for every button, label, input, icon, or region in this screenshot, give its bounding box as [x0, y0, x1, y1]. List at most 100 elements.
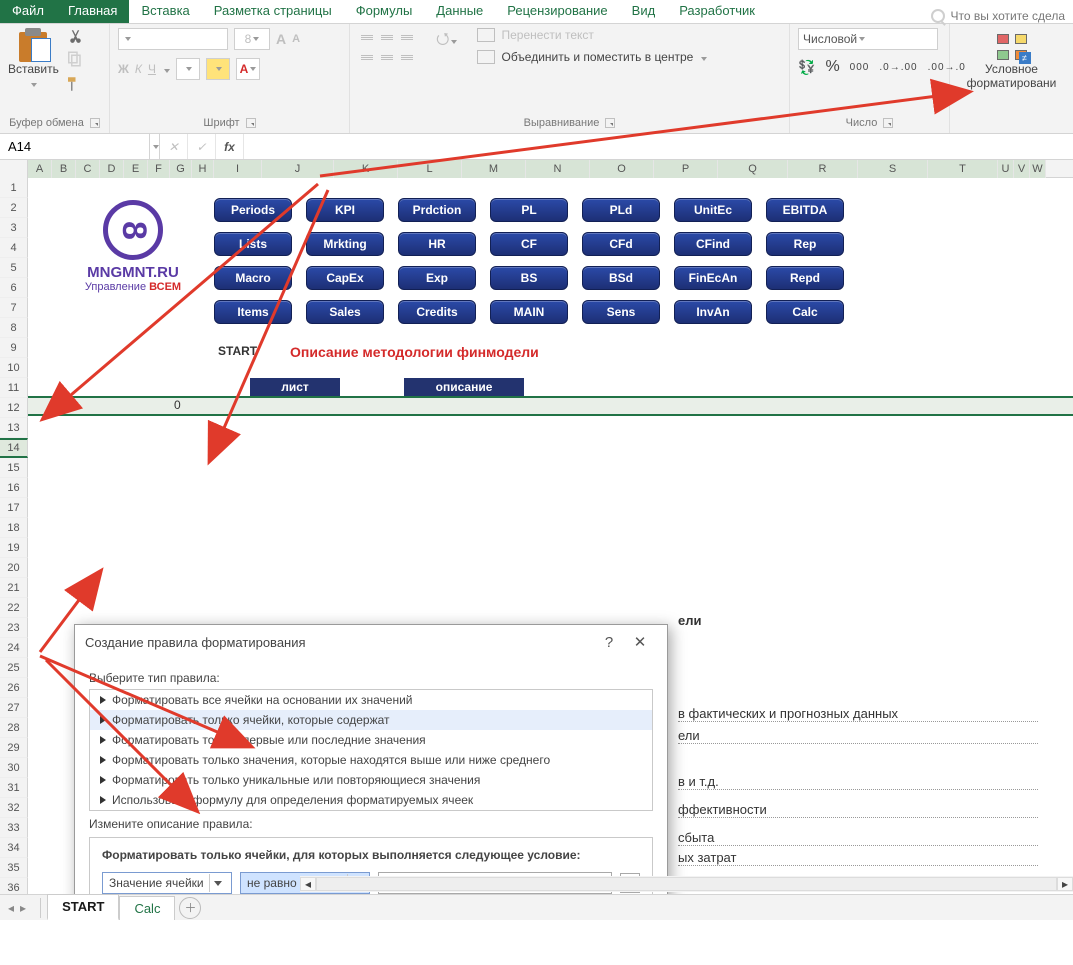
row-header[interactable]: 11	[0, 378, 28, 398]
row-header[interactable]: 28	[0, 718, 28, 738]
cut-button[interactable]	[65, 28, 83, 46]
col-header[interactable]: R	[788, 160, 858, 178]
rule-option[interactable]: Форматировать только значения, которые н…	[90, 750, 652, 770]
horizontal-scrollbar[interactable]: ◂ ▸	[300, 876, 1073, 892]
row-header[interactable]: 32	[0, 798, 28, 818]
nav-pl[interactable]: PL	[490, 198, 568, 222]
row-header[interactable]: 20	[0, 558, 28, 578]
name-box-drop[interactable]	[150, 134, 160, 159]
col-header[interactable]: N	[526, 160, 590, 178]
nav-exp[interactable]: Exp	[398, 266, 476, 290]
increase-decimal-button[interactable]: .0→.00	[879, 62, 917, 73]
row-header[interactable]: 22	[0, 598, 28, 618]
name-box-input[interactable]	[6, 138, 143, 155]
wrap-text-button[interactable]: Перенести текст	[477, 28, 707, 42]
fill-color-button[interactable]	[206, 58, 230, 80]
percent-button[interactable]: %	[825, 58, 839, 76]
nav-sens[interactable]: Sens	[582, 300, 660, 324]
nav-prdction[interactable]: Prdction	[398, 198, 476, 222]
formula-bar[interactable]	[244, 134, 1073, 159]
nav-bs[interactable]: BS	[490, 266, 568, 290]
italic-button[interactable]: К	[135, 62, 142, 76]
nav-cf[interactable]: CF	[490, 232, 568, 256]
row-header[interactable]: 27	[0, 698, 28, 718]
font-color-button[interactable]: A	[236, 58, 260, 80]
col-header[interactable]: J	[262, 160, 334, 178]
bold-button[interactable]: Ж	[118, 62, 129, 76]
font-name-combo[interactable]	[118, 28, 228, 50]
col-header[interactable]: F	[148, 160, 170, 178]
rule-option[interactable]: Форматировать только ячейки, которые сод…	[90, 710, 652, 730]
col-header[interactable]: D	[100, 160, 124, 178]
col-header[interactable]: W	[1030, 160, 1046, 178]
nav-ebitda[interactable]: EBITDA	[766, 198, 844, 222]
tab-formulas[interactable]: Формулы	[344, 0, 425, 23]
col-header[interactable]: V	[1014, 160, 1030, 178]
sheet-tab-start[interactable]: START	[47, 894, 119, 920]
tab-developer[interactable]: Разработчик	[667, 0, 767, 23]
col-header[interactable]: L	[398, 160, 462, 178]
row-header[interactable]: 25	[0, 658, 28, 678]
clipboard-dialog-launcher[interactable]	[90, 118, 100, 128]
row-header[interactable]: 30	[0, 758, 28, 778]
row-header[interactable]: 5	[0, 258, 28, 278]
sheet-tab-calc[interactable]: Calc	[119, 896, 175, 920]
nav-macro[interactable]: Macro	[214, 266, 292, 290]
tab-data[interactable]: Данные	[424, 0, 495, 23]
tab-file[interactable]: Файл	[0, 0, 56, 23]
nav-kpi[interactable]: KPI	[306, 198, 384, 222]
nav-cfind[interactable]: CFind	[674, 232, 752, 256]
row-header[interactable]: 23	[0, 618, 28, 638]
nav-items[interactable]: Items	[214, 300, 292, 324]
row-header[interactable]: 24	[0, 638, 28, 658]
nav-sales[interactable]: Sales	[306, 300, 384, 324]
row-header[interactable]: 33	[0, 818, 28, 838]
rule-type-list[interactable]: Форматировать все ячейки на основании их…	[89, 689, 653, 811]
cancel-entry-icon[interactable]: ✕	[160, 134, 188, 159]
row-header[interactable]: 34	[0, 838, 28, 858]
add-sheet-button[interactable]: ＋	[179, 897, 201, 919]
row-header[interactable]: 35	[0, 858, 28, 878]
tab-view[interactable]: Вид	[620, 0, 668, 23]
nav-pld[interactable]: PLd	[582, 198, 660, 222]
col-header[interactable]: I	[214, 160, 262, 178]
row-header[interactable]: 14	[0, 438, 28, 458]
underline-button[interactable]: Ч	[148, 62, 156, 76]
font-size-combo[interactable]: 8	[234, 28, 270, 50]
col-header[interactable]: C	[76, 160, 100, 178]
underline-drop-icon[interactable]	[162, 62, 170, 76]
row-header[interactable]: 29	[0, 738, 28, 758]
format-painter-button[interactable]	[65, 75, 83, 93]
row-header[interactable]: 21	[0, 578, 28, 598]
row-header[interactable]: 4	[0, 238, 28, 258]
col-header[interactable]: S	[858, 160, 928, 178]
align-grid[interactable]	[358, 28, 416, 66]
comma-button[interactable]: 000	[850, 62, 870, 73]
row-header[interactable]: 12	[0, 398, 28, 418]
col-header[interactable]: M	[462, 160, 526, 178]
combo-cell-value[interactable]: Значение ячейки	[102, 872, 232, 894]
row-header[interactable]: 16	[0, 478, 28, 498]
border-button[interactable]	[176, 58, 200, 80]
col-header[interactable]: A	[28, 160, 52, 178]
rule-option[interactable]: Форматировать только уникальные или повт…	[90, 770, 652, 790]
tab-layout[interactable]: Разметка страницы	[202, 0, 344, 23]
col-header[interactable]: K	[334, 160, 398, 178]
decrease-font-icon[interactable]: A	[292, 33, 300, 45]
align-dialog-launcher[interactable]	[605, 118, 615, 128]
tab-scroll[interactable]: ◂▸	[0, 901, 34, 915]
confirm-entry-icon[interactable]: ✓	[188, 134, 216, 159]
col-header[interactable]: G	[170, 160, 192, 178]
nav-repd[interactable]: Repd	[766, 266, 844, 290]
row-header[interactable]: 18	[0, 518, 28, 538]
close-icon[interactable]: ✕	[623, 633, 657, 651]
nav-mrkting[interactable]: Mrkting	[306, 232, 384, 256]
row-header[interactable]: 9	[0, 338, 28, 358]
rule-option[interactable]: Форматировать все ячейки на основании их…	[90, 690, 652, 710]
copy-button[interactable]	[65, 50, 83, 71]
row-headers[interactable]: 1234567891011121314151617181920212223242…	[0, 178, 28, 898]
row-header[interactable]: 15	[0, 458, 28, 478]
row-header[interactable]: 17	[0, 498, 28, 518]
nav-credits[interactable]: Credits	[398, 300, 476, 324]
name-box[interactable]	[0, 134, 150, 159]
